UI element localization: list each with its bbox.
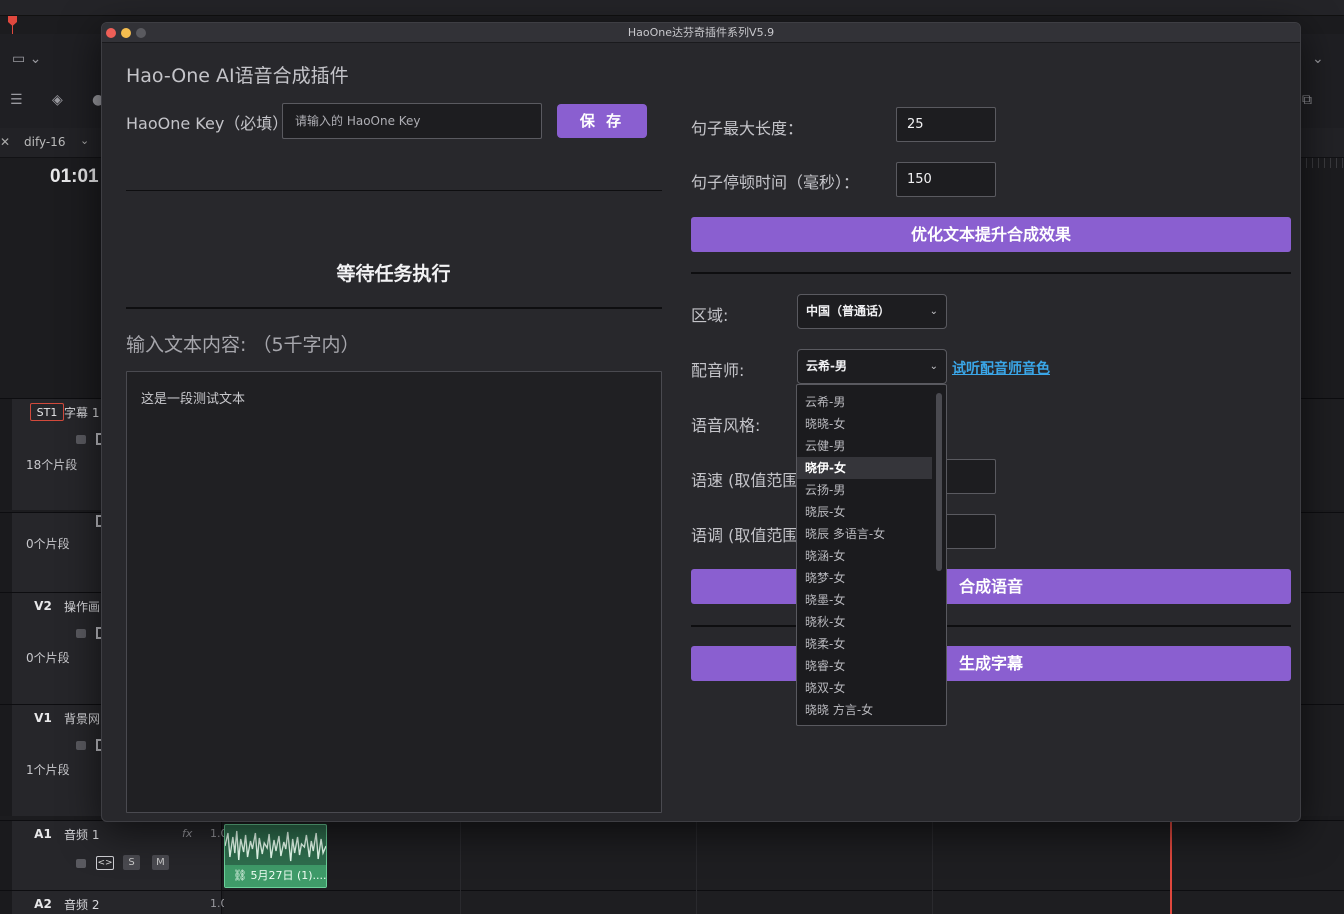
voice-option[interactable]: 云健-男: [797, 435, 932, 457]
lock-icon[interactable]: [76, 859, 86, 868]
fx-icon[interactable]: fx: [182, 827, 192, 840]
audio-tool-icon[interactable]: ⧉: [1302, 92, 1312, 108]
timecode-display: 01:01: [50, 166, 99, 187]
voice-dropdown[interactable]: 云希-男 晓晓-女 云健-男 晓伊-女 云扬-男 晓辰-女 晓辰 多语言-女 晓涵-女 晓梦-女…: [796, 384, 947, 726]
clip-count: 18个片段: [26, 458, 78, 472]
mute-button[interactable]: M: [152, 855, 169, 870]
chevron-down-icon: ⌄: [929, 306, 938, 317]
track-area[interactable]: [224, 821, 1344, 890]
pause-time-label: 句子停顿时间（毫秒）：: [691, 173, 860, 192]
clip-count: 1个片段: [26, 763, 70, 777]
input-label: 输入文本内容: （5千字内）: [126, 334, 360, 356]
window-titlebar[interactable]: HaoOne达芬奇插件系列V5.9: [102, 23, 1300, 43]
chevron-down-icon: ⌄: [929, 361, 938, 372]
track-tag: V2: [34, 599, 52, 613]
max-length-input[interactable]: 25: [896, 107, 996, 142]
track-area[interactable]: [224, 891, 1344, 914]
playhead-line: [12, 24, 13, 34]
app-title: Hao-One AI语音合成插件: [126, 65, 349, 87]
voice-option[interactable]: 晓辰-女: [797, 501, 932, 523]
track-header[interactable]: A2 音频 2 1.0: [12, 891, 228, 914]
track-tag: ST1: [30, 403, 64, 421]
haoone-key-input[interactable]: [282, 103, 542, 139]
waveform: [225, 830, 326, 862]
pause-time-input[interactable]: 150: [896, 162, 996, 197]
speed-label: 语速 (取值范围: [691, 471, 799, 490]
voice-option[interactable]: 晓秋-女: [797, 611, 932, 633]
plugin-window: HaoOne达芬奇插件系列V5.9 Hao-One AI语音合成插件 HaoOn…: [101, 22, 1301, 822]
track-tag: A2: [34, 897, 52, 911]
divider: [691, 625, 1291, 627]
solo-button[interactable]: S: [123, 855, 140, 870]
dropdown-scrollbar[interactable]: [936, 393, 942, 571]
chevron-down-icon[interactable]: ⌄: [80, 134, 89, 147]
voice-option[interactable]: 云扬-男: [797, 479, 932, 501]
save-button[interactable]: 保 存: [557, 104, 647, 138]
audio-track-a1: A1 音频 1 fx 1.0 <> S M: [0, 820, 1344, 890]
region-label: 区域:: [691, 306, 729, 325]
timeline-ruler[interactable]: [0, 0, 1344, 16]
track-name: 音频 1: [64, 828, 100, 842]
voice-option-list: 云希-男 晓晓-女 云健-男 晓伊-女 云扬-男 晓辰-女 晓辰 多语言-女 晓涵-女 晓梦-女…: [797, 391, 946, 721]
lock-icon[interactable]: [76, 629, 86, 638]
voice-option[interactable]: 晓墨-女: [797, 589, 932, 611]
track-header[interactable]: A1 音频 1 fx 1.0 <> S M: [12, 821, 228, 890]
lock-icon[interactable]: [76, 435, 86, 444]
close-tab-icon[interactable]: ✕: [0, 135, 10, 149]
divider: [691, 272, 1291, 274]
track-name: 音频 2: [64, 898, 100, 912]
track-name: 操作画: [64, 600, 101, 614]
clip-count: 0个片段: [26, 537, 70, 551]
pitch-label: 语调 (取值范围: [691, 526, 799, 545]
clip-count: 0个片段: [26, 651, 70, 665]
key-label: HaoOne Key（必填）: [126, 114, 289, 133]
window-title: HaoOne达芬奇插件系列V5.9: [627, 26, 775, 39]
edit-tool-icon[interactable]: ☰: [10, 92, 23, 108]
flag-tool-icon[interactable]: ◈: [52, 92, 63, 108]
voice-option[interactable]: 晓辰 多语言-女: [797, 523, 932, 545]
voice-option[interactable]: 晓柔-女: [797, 633, 932, 655]
region-value: 中国（普通话）: [806, 304, 891, 318]
playhead-line: [1170, 820, 1172, 914]
voice-option[interactable]: 晓睿-女: [797, 655, 932, 677]
text-content-value: 这是一段测试文本: [141, 392, 246, 407]
text-content-input[interactable]: 这是一段测试文本: [126, 371, 662, 813]
track-name: 背景网: [64, 712, 101, 726]
voice-option[interactable]: 云希-男: [797, 391, 932, 413]
screen: ▭ ⌄ ☰ ◈ ● ⌄ ⧉ ✕ dify-16 ⌄ 01:01 ST1 字幕 1…: [0, 0, 1344, 914]
voice-value: 云希-男: [806, 359, 847, 373]
track-tag: V1: [34, 711, 52, 725]
track-tag: A1: [34, 827, 52, 841]
chevron-down-icon[interactable]: ⌄: [1312, 51, 1324, 67]
view-icon[interactable]: ▭ ⌄: [12, 51, 41, 67]
clip-label: ⛓ 5月27日 (1)....: [225, 865, 326, 887]
voice-label: 配音师:: [691, 361, 745, 380]
voice-option[interactable]: 晓伊-女: [797, 457, 932, 479]
voice-style-label: 语音风格:: [691, 416, 761, 435]
audio-track-a2: A2 音频 2 1.0: [0, 890, 1344, 914]
lock-icon[interactable]: [76, 741, 86, 750]
timeline-tab[interactable]: dify-16: [24, 135, 65, 149]
synthesize-button[interactable]: 合成语音: [691, 569, 1291, 604]
voice-option[interactable]: 晓涵-女: [797, 545, 932, 567]
generate-subtitle-button[interactable]: 生成字幕: [691, 646, 1291, 681]
max-length-label: 句子最大长度：: [691, 119, 804, 138]
divider: [126, 307, 662, 309]
voice-select[interactable]: 云希-男 ⌄: [797, 349, 947, 384]
voice-option[interactable]: 晓双-女: [797, 677, 932, 699]
track-name: 字幕 1: [64, 406, 100, 420]
optimize-text-button[interactable]: 优化文本提升合成效果: [691, 217, 1291, 252]
audio-clip[interactable]: ⛓ 5月27日 (1)....: [224, 824, 327, 888]
preview-voice-link[interactable]: 试听配音师音色: [952, 358, 1050, 378]
ruler-ticks: [1300, 158, 1344, 168]
voice-option[interactable]: 晓晓 方言-女: [797, 699, 932, 721]
auto-track-icon[interactable]: <>: [96, 856, 114, 870]
divider: [126, 190, 662, 191]
region-select[interactable]: 中国（普通话） ⌄: [797, 294, 947, 329]
voice-option[interactable]: 晓梦-女: [797, 567, 932, 589]
voice-option[interactable]: 晓晓-女: [797, 413, 932, 435]
status-text: 等待任务执行: [336, 263, 451, 285]
